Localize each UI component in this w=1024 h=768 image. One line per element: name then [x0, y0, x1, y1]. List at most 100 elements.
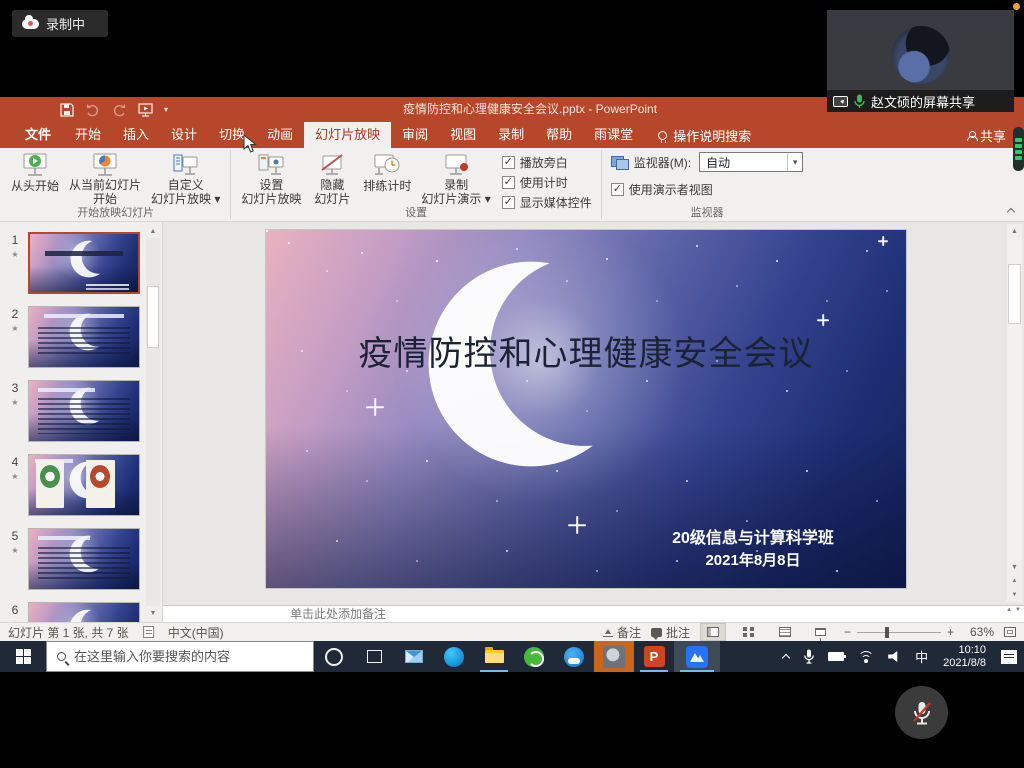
next-slide-icon[interactable]: ▼ — [1008, 588, 1022, 602]
zoom-percentage[interactable]: 63% — [964, 625, 994, 639]
fit-slide-to-window-icon[interactable] — [1004, 627, 1016, 637]
task-view-button[interactable] — [354, 641, 394, 672]
taskbar-search-box[interactable] — [46, 641, 314, 672]
qq-browser-button[interactable] — [554, 641, 594, 672]
volume-indicator[interactable] — [881, 641, 908, 672]
tab-file[interactable]: 文件 — [12, 122, 64, 148]
slideshow-view-button[interactable] — [808, 623, 834, 641]
tray-microphone-button[interactable] — [797, 641, 821, 672]
collapse-ribbon-chevron-icon[interactable] — [1007, 207, 1015, 215]
taskbar-search-input[interactable] — [74, 649, 294, 664]
slide-thumbnail-4[interactable]: 4★ — [6, 454, 140, 516]
browser-360-button[interactable] — [514, 641, 554, 672]
scrollbar-thumb[interactable] — [147, 286, 159, 348]
tab-help[interactable]: 帮助 — [535, 122, 583, 148]
scrollbar-thumb[interactable] — [1008, 264, 1021, 324]
redo-icon[interactable] — [112, 103, 126, 117]
tab-review[interactable]: 审阅 — [391, 122, 439, 148]
thumbnail-image[interactable] — [28, 454, 140, 516]
thumbnail-image[interactable] — [28, 380, 140, 442]
flashing-app-button[interactable] — [594, 641, 634, 672]
task-view-icon — [367, 650, 382, 663]
mouse-cursor — [243, 134, 257, 154]
start-button[interactable] — [0, 641, 46, 672]
language-indicator[interactable]: 中文(中国) — [168, 624, 224, 641]
previous-slide-icon[interactable]: ▲ — [1008, 574, 1022, 588]
wifi-indicator[interactable] — [851, 641, 881, 672]
monitor-dropdown[interactable]: 自动 ▾ — [699, 152, 803, 172]
use-timings-checkbox[interactable]: ✓ 使用计时 — [502, 174, 592, 191]
battery-indicator[interactable] — [821, 641, 851, 672]
tell-me-search[interactable]: 操作说明搜索 — [658, 122, 751, 148]
accessibility-check-icon[interactable] — [143, 626, 154, 638]
rehearse-timings-button[interactable]: 排练计时 — [358, 150, 416, 206]
show-hidden-icons-button[interactable] — [775, 641, 797, 672]
hide-slide-button[interactable]: 隐藏 幻灯片 — [306, 150, 358, 206]
comments-button[interactable]: 批注 — [651, 624, 690, 641]
meeting-mic-muted-button[interactable] — [895, 686, 948, 739]
tab-design[interactable]: 设计 — [160, 122, 208, 148]
edge-browser-button[interactable] — [434, 641, 474, 672]
zoom-in-button[interactable]: + — [947, 625, 954, 639]
tab-rain-classroom[interactable]: 雨课堂 — [583, 122, 644, 148]
use-presenter-view-checkbox[interactable]: ✓ 使用演示者视图 — [611, 181, 803, 198]
custom-slideshow-button[interactable]: 自定义 幻灯片放映 ▾ — [146, 150, 225, 206]
tab-record[interactable]: 录制 — [487, 122, 535, 148]
slide-canvas[interactable]: 疫情防控和心理健康安全会议 20级信息与计算科学班 2021年8月8日 — [266, 230, 906, 588]
save-icon[interactable] — [60, 103, 74, 117]
notes-scroll-arrows[interactable]: ▲ ▼ — [1006, 607, 1021, 613]
animation-star-icon: ★ — [6, 546, 24, 555]
reading-view-button[interactable] — [772, 623, 798, 641]
scroll-down-icon[interactable]: ▼ — [146, 606, 160, 620]
slide-thumbnail-6[interactable]: 6★ — [6, 602, 140, 622]
zoom-slider[interactable] — [857, 632, 941, 633]
slide-subtitle[interactable]: 20级信息与计算科学班 2021年8月8日 — [628, 528, 878, 572]
scroll-up-icon[interactable]: ▲ — [1006, 607, 1012, 613]
file-explorer-button[interactable] — [474, 641, 514, 672]
tab-slideshow[interactable]: 幻灯片放映 — [304, 122, 391, 148]
zoom-slider-thumb[interactable] — [885, 627, 889, 638]
scroll-down-icon[interactable]: ▼ — [1008, 560, 1022, 574]
normal-view-button[interactable] — [700, 623, 726, 641]
tab-insert[interactable]: 插入 — [112, 122, 160, 148]
thumbnail-image[interactable] — [28, 528, 140, 590]
slide-scrollbar[interactable]: ▲ ▼ ▲ ▼ — [1007, 224, 1022, 602]
thumbnail-image[interactable] — [28, 232, 140, 294]
notes-pane[interactable]: 单击此处添加备注 ▲ ▼ — [163, 605, 1024, 622]
scroll-down-icon[interactable]: ▼ — [1015, 607, 1021, 613]
tab-home[interactable]: 开始 — [64, 122, 112, 148]
notes-button[interactable]: 备注 — [603, 624, 641, 641]
mail-app-button[interactable] — [394, 641, 434, 672]
slideshow-from-start-icon[interactable] — [138, 103, 152, 117]
slide-sorter-view-button[interactable] — [736, 623, 762, 641]
from-current-slide-button[interactable]: 从当前幻灯片 开始 — [64, 150, 146, 206]
slide-thumbnail-3[interactable]: 3★ — [6, 380, 140, 442]
tencent-meeting-button[interactable] — [674, 641, 720, 672]
cortana-button[interactable] — [314, 641, 354, 672]
participant-video-thumbnail[interactable]: 赵文硕的屏幕共享 — [827, 10, 1014, 112]
slide-thumbnail-1[interactable]: 1★ — [6, 232, 140, 294]
tab-view[interactable]: 视图 — [439, 122, 487, 148]
zoom-out-button[interactable]: − — [844, 625, 851, 639]
scroll-up-icon[interactable]: ▲ — [1008, 224, 1022, 238]
slide-thumbnail-2[interactable]: 2★ — [6, 306, 140, 368]
slide-title[interactable]: 疫情防控和心理健康安全会议 — [266, 326, 906, 375]
notes-placeholder[interactable]: 单击此处添加备注 — [290, 606, 386, 623]
ime-indicator[interactable]: 中 — [908, 641, 935, 672]
action-center-button[interactable] — [994, 641, 1024, 672]
play-narrations-checkbox[interactable]: ✓ 播放旁白 — [502, 154, 592, 171]
customize-qat-caret-icon[interactable]: ▾ — [164, 103, 178, 117]
record-slideshow-button[interactable]: 录制 幻灯片演示 ▾ — [416, 150, 495, 206]
undo-icon[interactable] — [86, 103, 100, 117]
thumbnail-scrollbar[interactable]: ▲ ▼ — [146, 224, 160, 620]
scroll-up-icon[interactable]: ▲ — [146, 224, 160, 238]
thumbnail-image[interactable] — [28, 306, 140, 368]
thumbnail-image[interactable] — [28, 602, 140, 622]
taskbar-clock[interactable]: 10:10 2021/8/8 — [935, 644, 994, 670]
powerpoint-app-button[interactable]: P — [634, 641, 674, 672]
share-button[interactable]: 共享 — [967, 122, 1006, 148]
setup-slideshow-button[interactable]: 设置 幻灯片放映 — [236, 150, 306, 206]
from-beginning-button[interactable]: 从头开始 — [6, 150, 64, 206]
tab-animations[interactable]: 动画 — [256, 122, 304, 148]
slide-thumbnail-5[interactable]: 5★ — [6, 528, 140, 590]
